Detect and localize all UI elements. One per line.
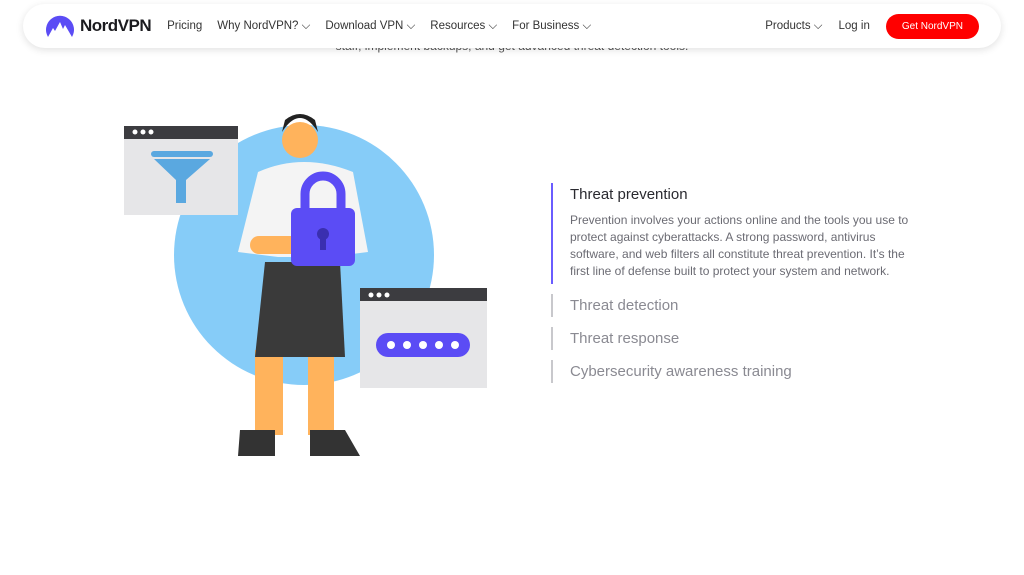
chevron-down-icon: ⌵ — [301, 19, 311, 32]
section-threat-response[interactable]: Threat response — [551, 327, 921, 350]
section-title: Cybersecurity awareness training — [570, 363, 792, 380]
nav-label: Pricing — [167, 19, 203, 32]
threat-sections-list: Threat prevention Prevention involves yo… — [551, 183, 921, 393]
nav-for-business[interactable]: For Business ⌵ — [512, 20, 591, 33]
password-window-icon — [360, 288, 487, 388]
chevron-down-icon: ⌵ — [582, 19, 592, 32]
section-awareness-training[interactable]: Cybersecurity awareness training — [551, 360, 921, 383]
nav-label: Why NordVPN? — [217, 19, 299, 32]
brand-name: NordVPN — [80, 16, 152, 35]
section-threat-prevention[interactable]: Threat prevention Prevention involves yo… — [551, 183, 921, 284]
section-body: Prevention involves your actions online … — [570, 213, 909, 278]
section-threat-detection[interactable]: Threat detection — [551, 294, 921, 317]
nav-label: Resources — [430, 19, 486, 32]
nav-label: Products — [765, 19, 811, 32]
nav-products[interactable]: Products ⌵ — [765, 20, 822, 33]
nav-resources[interactable]: Resources ⌵ — [430, 20, 497, 33]
section-title: Threat response — [570, 330, 680, 347]
chevron-down-icon: ⌵ — [488, 19, 498, 32]
security-illustration — [124, 114, 487, 456]
nav-label: For Business — [512, 19, 580, 32]
chevron-down-icon: ⌵ — [406, 19, 416, 32]
nordvpn-logo-icon — [46, 15, 74, 38]
get-nordvpn-button[interactable]: Get NordVPN — [885, 13, 979, 39]
nav-label: Download VPN — [325, 19, 404, 32]
filter-window-icon — [124, 126, 238, 215]
top-nav: NordVPN Pricing Why NordVPN? ⌵ Download … — [23, 4, 1001, 48]
nav-download-vpn[interactable]: Download VPN ⌵ — [325, 20, 415, 33]
chevron-down-icon: ⌵ — [813, 19, 823, 32]
section-title: Threat detection — [570, 297, 679, 314]
nav-pricing[interactable]: Pricing — [167, 20, 202, 33]
section-title: Threat prevention — [570, 186, 688, 203]
logo[interactable]: NordVPN — [45, 13, 152, 39]
login-link[interactable]: Log in — [839, 20, 870, 32]
nav-why-nordvpn[interactable]: Why NordVPN? ⌵ — [217, 20, 310, 33]
